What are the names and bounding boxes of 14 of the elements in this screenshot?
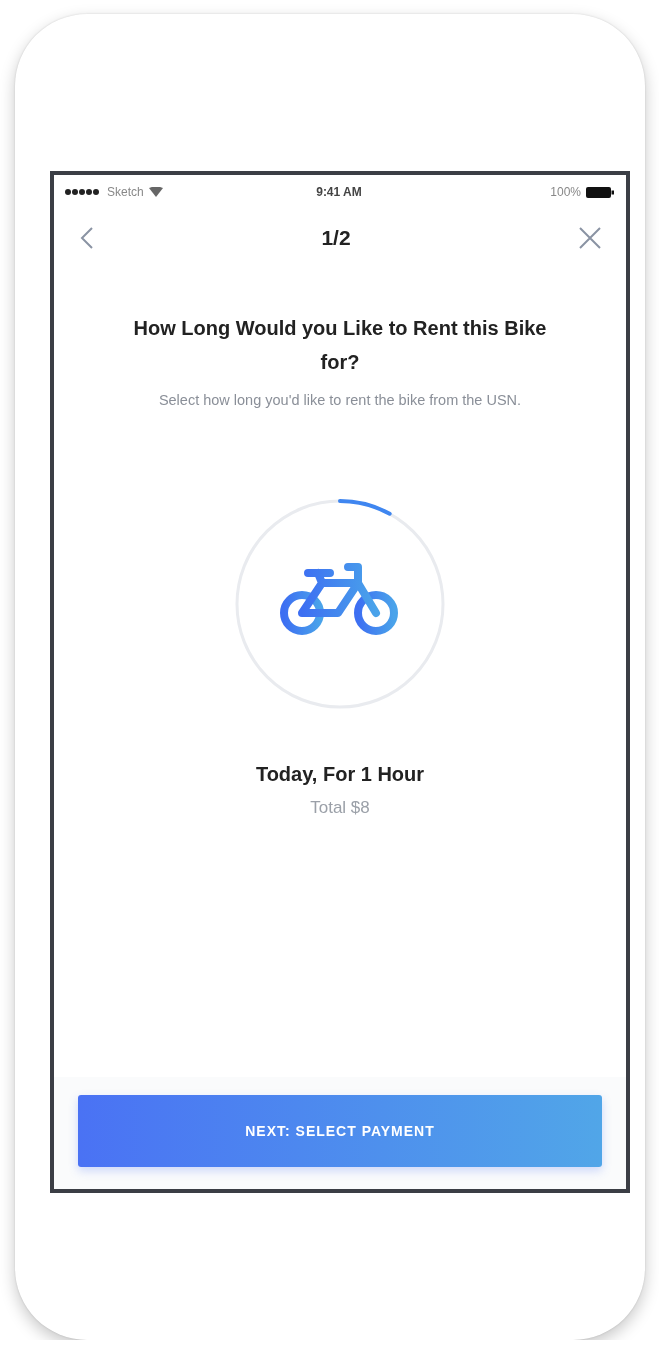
back-button[interactable] [80, 226, 94, 250]
carrier-label: Sketch [107, 185, 144, 199]
question-description: Select how long you'd like to rent the bike from the USN. [157, 391, 523, 410]
next-button[interactable]: NEXT: SELECT PAYMENT [78, 1095, 602, 1167]
rental-total: Total $8 [310, 798, 370, 818]
battery-icon [586, 186, 614, 198]
step-counter: 1/2 [321, 226, 351, 250]
question-heading: How Long Would you Like to Rent this Bike for? [132, 316, 548, 375]
rental-duration: Today, For 1 Hour [255, 763, 425, 786]
close-button[interactable] [578, 226, 602, 250]
battery-percent: 100% [550, 185, 581, 199]
signal-icon [64, 188, 102, 196]
status-time: 9:41 AM [316, 185, 362, 199]
wifi-icon [148, 187, 163, 197]
